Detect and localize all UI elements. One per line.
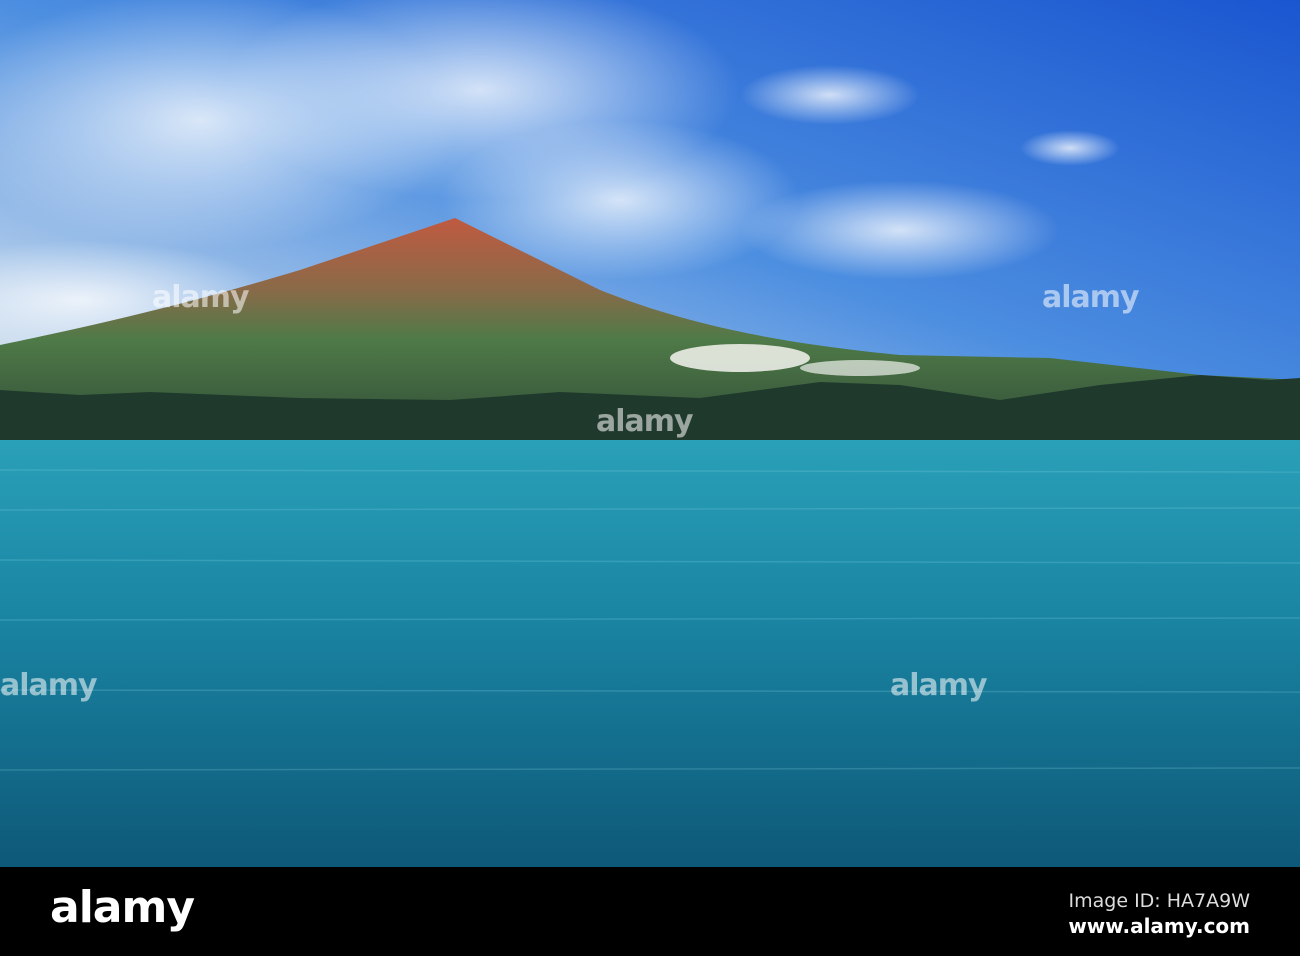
watermark: alamy [0,668,98,703]
watermark: alamy [152,280,250,315]
website-link[interactable]: www.alamy.com [1068,914,1250,938]
watermark: alamy [890,668,988,703]
image-id: Image ID: HA7A9W [1068,890,1250,912]
watermark: alamy [1042,280,1140,315]
alamy-logo: alamy [50,882,195,933]
watermark: alamy [596,404,694,439]
lake [0,440,1300,867]
photo: alamy alamy alamy alamy alamy [0,0,1300,867]
